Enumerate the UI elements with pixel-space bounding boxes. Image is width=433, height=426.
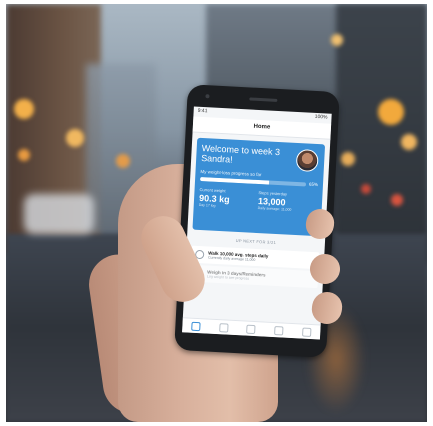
front-camera <box>205 94 210 99</box>
bokeh-light <box>361 184 371 194</box>
progress-bar-fill <box>200 176 270 185</box>
bokeh-light <box>66 129 84 147</box>
bokeh-light <box>331 34 343 46</box>
bokeh-light <box>341 152 355 166</box>
profile-tab-icon[interactable] <box>301 327 312 337</box>
log-tab-icon[interactable] <box>246 324 257 334</box>
battery-level: 100% <box>314 113 328 121</box>
current-weight-stat[interactable]: Current weight 90.3 kg Day 17 log <box>199 187 259 210</box>
activity-tab-icon[interactable] <box>219 322 229 333</box>
avatar[interactable] <box>295 148 319 173</box>
bokeh-light <box>378 99 404 125</box>
welcome-text: Welcome to week 3 Sandra! <box>200 143 281 165</box>
home-tab-icon[interactable] <box>191 321 201 331</box>
bokeh-light <box>14 99 34 119</box>
tab-bar <box>182 317 321 340</box>
progress-percent: 65% <box>308 181 319 188</box>
bokeh-light <box>391 194 403 206</box>
bokeh-light <box>116 154 130 168</box>
status-time: 9:41 <box>197 107 208 115</box>
bokeh-light <box>18 149 30 161</box>
blurred-car <box>24 194 94 234</box>
photo-background: 9:41 100% Home Welcome to week 3 Sandra!… <box>6 4 427 422</box>
building-right-near <box>336 4 427 264</box>
steps-stat[interactable]: Steps yesterday 13,000 Daily average: 11… <box>258 190 318 213</box>
bokeh-light <box>401 134 417 150</box>
earpiece-speaker <box>249 97 278 102</box>
messages-tab-icon[interactable] <box>274 325 284 336</box>
